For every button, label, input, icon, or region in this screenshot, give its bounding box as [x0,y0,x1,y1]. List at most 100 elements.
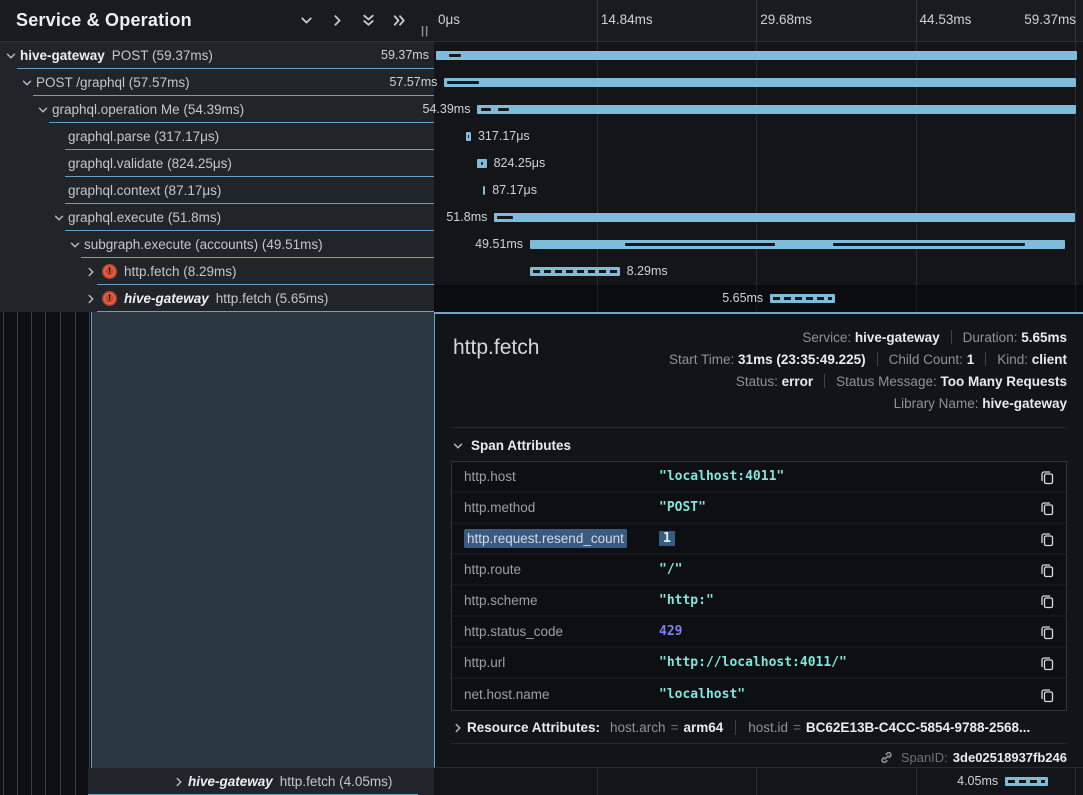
duration-label: 54.39ms [423,96,471,123]
attribute-key: http.request.resend_count [464,531,659,546]
chevron-down-icon[interactable] [52,211,66,225]
indent-guide [45,768,46,795]
timeline-row: 54.39ms [434,96,1083,123]
resource-value: BC62E13B-C4CC-5854-9788-2568... [806,720,1030,735]
attribute-value-text: "http://localhost:4011/" [659,655,847,670]
indent-spacer [52,157,66,171]
row-separator [65,230,434,231]
divider [824,374,825,388]
attribute-key-text: http.url [464,655,505,670]
span-operation-label: http.fetch (8.29ms) [124,264,237,279]
timeline-bar[interactable] [436,51,1077,60]
tree-row[interactable]: !hive-gatewayhttp.fetch (5.65ms) [0,285,434,312]
tree-row[interactable]: graphql.parse (317.17μs) [0,123,434,150]
copy-icon[interactable] [1036,497,1058,519]
chevron-right-icon[interactable] [84,292,98,306]
attribute-row: net.host.name"localhost" [452,679,1066,710]
chevron-down-icon[interactable] [36,103,50,117]
span-meta: Service: hive-gatewayDuration: 5.65msSta… [539,327,1067,415]
tree-row[interactable]: graphql.validate (824.25μs) [0,150,434,177]
trace-viewer: Service & Operation || 0μs14.84ms29.68ms… [0,0,1083,795]
timeline-row: 824.25μs [434,150,1083,177]
copy-icon[interactable] [1036,652,1058,674]
span-service-name: hive-gateway [124,291,209,306]
copy-icon[interactable] [1036,466,1058,488]
chevron-down-icon[interactable] [20,76,34,90]
tree-row[interactable]: hive-gatewayPOST (59.37ms) [0,42,434,69]
chevron-right-icon[interactable] [84,265,98,279]
attribute-value-text: 1 [659,531,675,546]
attribute-key-text: http.status_code [464,624,563,639]
resource-attributes-row[interactable]: Resource Attributes: host.arch=arm64host… [451,720,1067,735]
chevron-right-icon[interactable] [172,775,186,789]
chevron-down-icon[interactable] [298,12,315,29]
span-operation-label: POST /graphql (57.57ms) [36,75,190,90]
duration-label: 4.05ms [957,768,998,795]
attribute-value-text: "localhost:4011" [659,469,784,484]
divider [951,330,952,344]
bar-dash [498,108,510,111]
gridline [597,0,598,41]
duration-label: 8.29ms [627,258,668,285]
tree-row[interactable]: !http.fetch (8.29ms) [0,258,434,285]
pane-resize-handle[interactable]: || [421,25,429,37]
meta-value: 1 [967,352,975,367]
attribute-key: http.url [464,655,659,670]
row-separator [49,122,434,123]
chevron-down-icon[interactable] [4,49,18,63]
tree-row[interactable]: graphql.context (87.17μs) [0,177,434,204]
indent-guide [60,312,61,768]
attribute-value: 429 [659,624,1036,639]
timeline-bar[interactable] [444,78,1075,87]
timeline-bar[interactable] [1005,777,1048,786]
timeline-bar[interactable] [483,186,486,195]
copy-icon[interactable] [1036,590,1058,612]
attribute-value-text: "/" [659,562,682,577]
indent-guide [89,312,90,768]
attribute-value-text: "http:" [659,593,714,608]
ruler-tick: 59.37ms [1024,12,1076,27]
meta-label: Kind: [997,352,1032,367]
timeline-row: 87.17μs [434,177,1083,204]
tree-row[interactable]: subgraph.execute (accounts) (49.51ms) [0,231,434,258]
chevron-down-icon [451,439,465,453]
meta-value: error [782,374,814,389]
gridline [916,0,917,41]
timeline-bar[interactable] [530,267,620,276]
span-id-label: SpanID: [901,750,948,765]
equals-sign: = [671,720,679,735]
span-attributes-title: Span Attributes [471,438,571,453]
span-operation-label: POST (59.37ms) [112,48,213,63]
tree-row[interactable]: graphql.execute (51.8ms) [0,204,434,231]
span-attributes-header[interactable]: Span Attributes [451,438,1067,453]
duration-label: 59.37ms [381,42,429,69]
link-icon[interactable] [879,750,894,765]
chevron-down-icon[interactable] [68,238,82,252]
indent-guide [75,768,76,795]
chevrons-down-icon[interactable] [360,12,377,29]
timeline-bar[interactable] [770,294,835,303]
chevrons-right-icon[interactable] [391,12,408,29]
chevron-right-icon[interactable] [329,12,346,29]
meta-line: Status: errorStatus Message: Too Many Re… [539,371,1067,393]
tree-row[interactable]: hive-gatewayhttp.fetch (4.05ms) [88,768,434,795]
tree-row[interactable]: POST /graphql (57.57ms) [0,69,434,96]
selected-span-subtree-block[interactable] [91,312,434,768]
divider [735,720,736,735]
span-operation-label: subgraph.execute (accounts) (49.51ms) [84,237,323,252]
ruler-tick: 0μs [438,12,460,27]
timeline-bar[interactable] [494,213,1075,222]
timeline-bar[interactable] [477,105,1075,114]
copy-icon[interactable] [1036,528,1058,550]
copy-icon[interactable] [1036,621,1058,643]
meta-label: Start Time: [669,352,738,367]
row-separator [65,203,434,204]
attribute-key-text: http.host [464,469,516,484]
copy-icon[interactable] [1036,684,1058,706]
timeline-row: 5.65ms [434,285,1083,312]
tree-row[interactable]: graphql.operation Me (54.39ms) [0,96,434,123]
meta-label: Status Message: [836,374,940,389]
copy-icon[interactable] [1036,559,1058,581]
meta-value: 31ms (23:35:49.225) [738,352,866,367]
bar-dash [625,243,774,246]
